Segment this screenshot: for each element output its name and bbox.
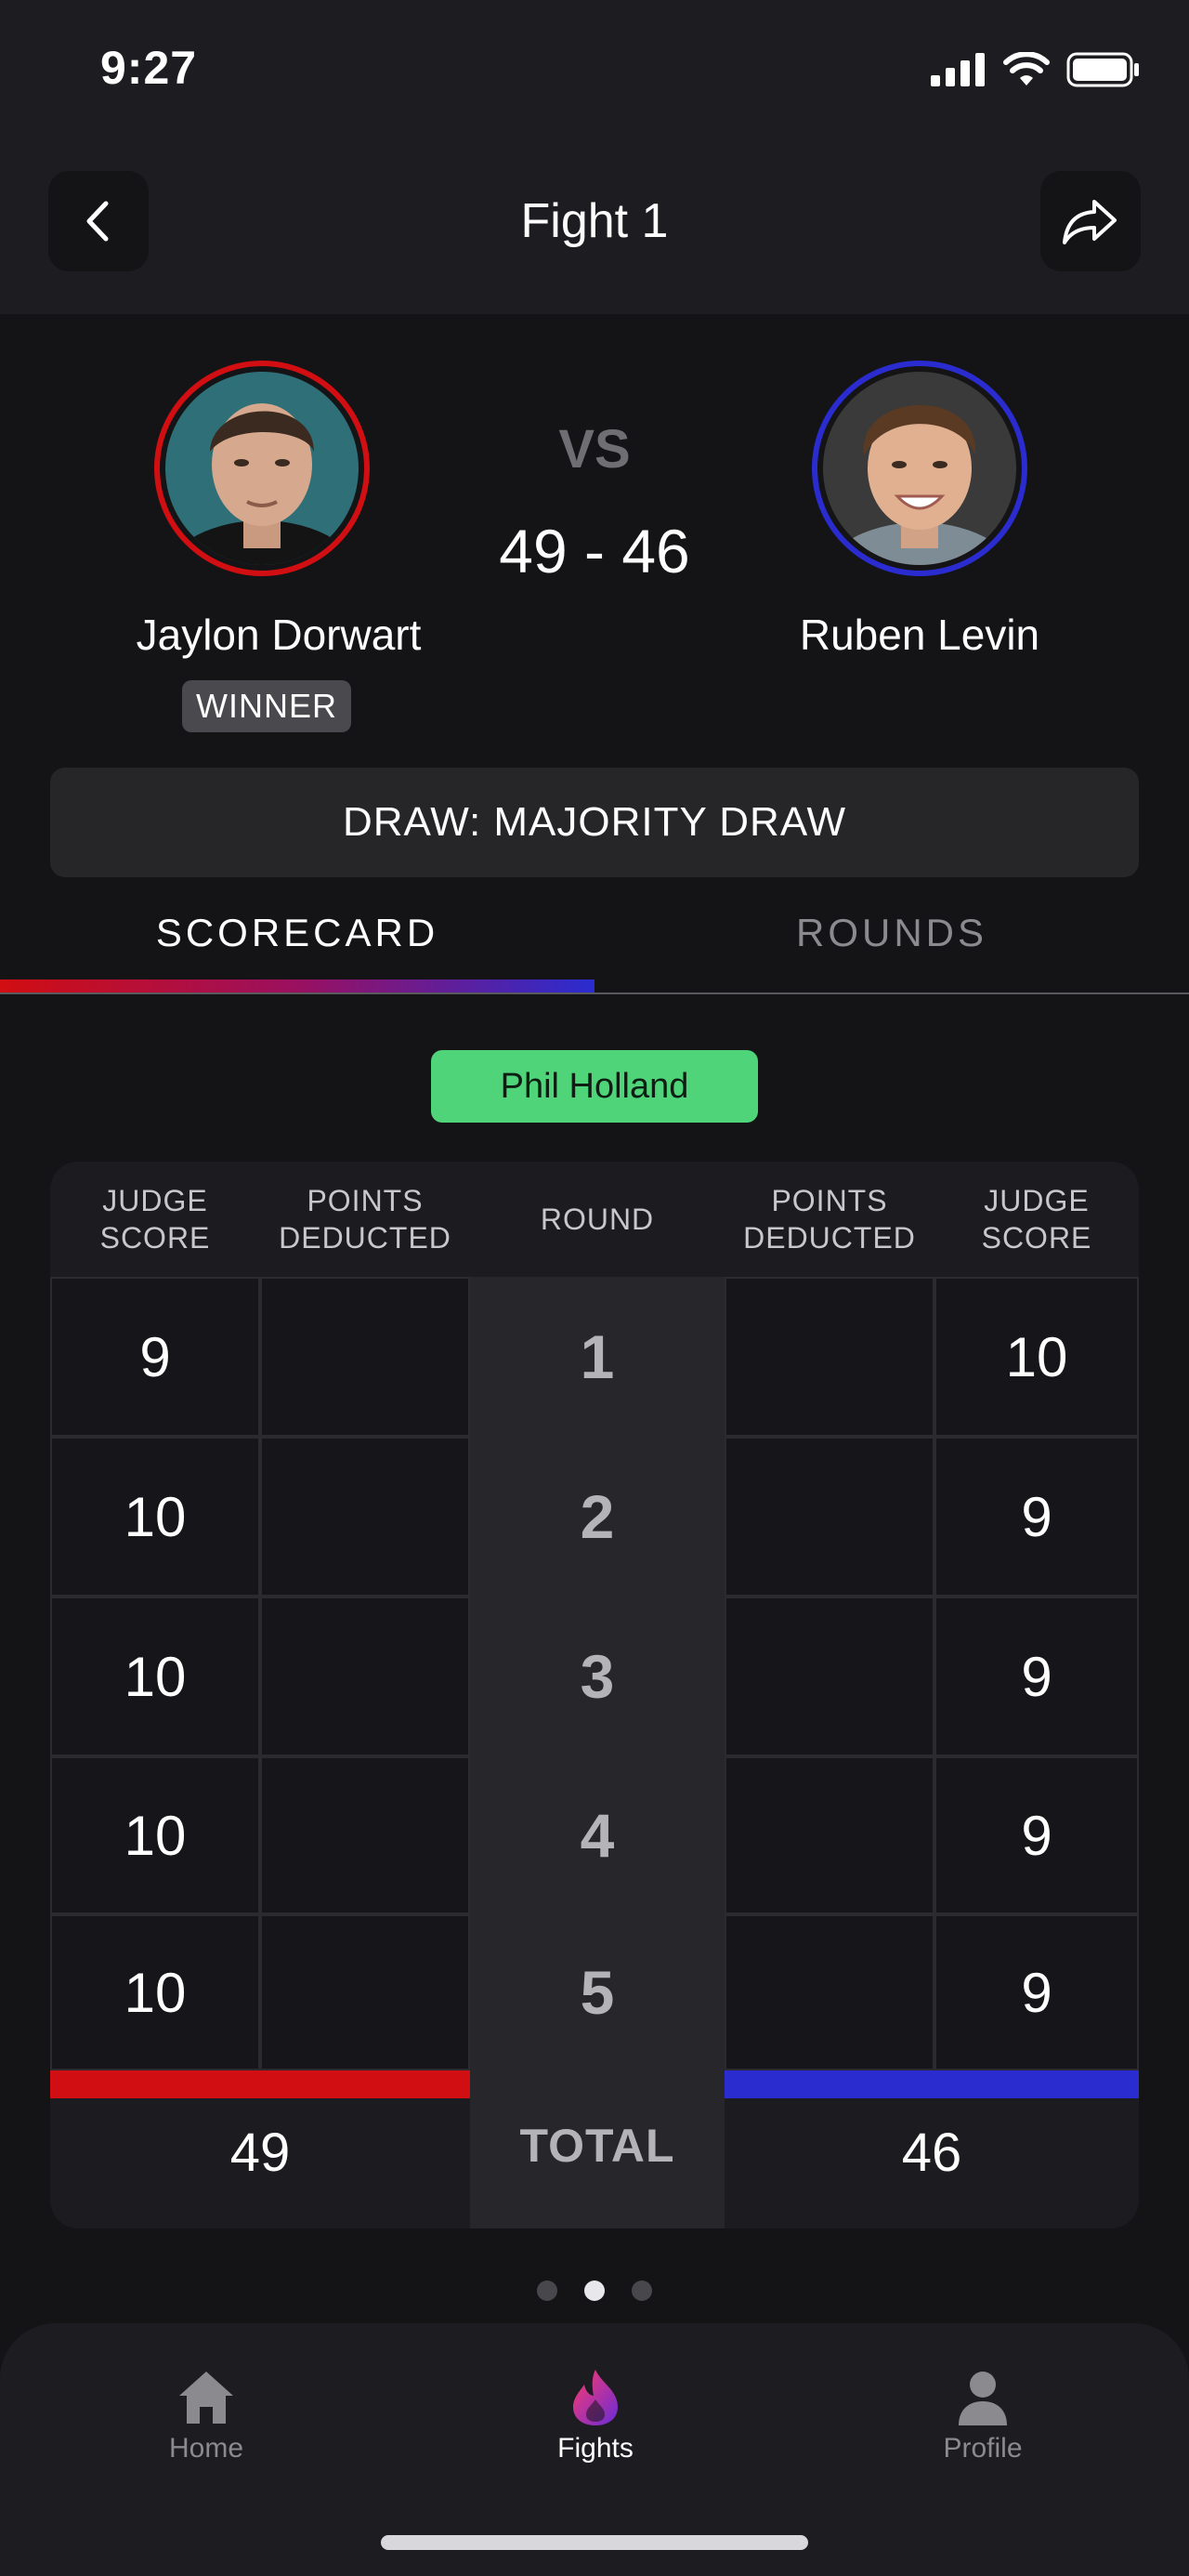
signal-icon <box>931 53 985 86</box>
blue-score-round-3: 9 <box>934 1597 1139 1756</box>
nav-profile-label: Profile <box>943 2433 1023 2464</box>
red-total: 49 <box>229 2122 291 2183</box>
vs-label: VS <box>558 419 631 480</box>
blue-deducted-round-3 <box>725 1597 934 1756</box>
fight-score: 49 - 46 <box>499 517 690 585</box>
red-deducted-round-3 <box>260 1597 470 1756</box>
tab-rounds[interactable]: ROUNDS <box>594 911 1189 955</box>
red-corner-bar <box>50 2070 470 2098</box>
pager-dot-active[interactable] <box>584 2280 605 2301</box>
nav-home[interactable]: Home <box>95 2368 318 2464</box>
status-icons <box>931 52 1141 87</box>
red-deducted-round-4 <box>260 1756 470 1914</box>
home-icon <box>179 2372 233 2424</box>
red-score-round-4: 10 <box>50 1756 260 1914</box>
home-indicator[interactable] <box>381 2535 808 2550</box>
red-score-round-3: 10 <box>50 1597 260 1756</box>
nav-fights-label: Fights <box>557 2433 634 2464</box>
header-round: ROUND <box>540 1203 655 1236</box>
avatar-photo <box>165 372 359 565</box>
nav-fights[interactable]: Fights <box>484 2368 707 2464</box>
blue-score-round-1: 10 <box>934 1277 1139 1437</box>
battery-icon <box>1066 52 1139 87</box>
fight-result: DRAW: MAJORITY DRAW <box>50 768 1139 877</box>
blue-fighter-name: Ruben Levin <box>799 611 1040 659</box>
pager-dot[interactable] <box>537 2280 557 2301</box>
round-number: 1 <box>580 1322 615 1391</box>
blue-total: 46 <box>901 2122 962 2183</box>
header-right-judge-score: JUDGE SCORE <box>981 1184 1092 1255</box>
tab-active-indicator <box>0 979 594 992</box>
profile-icon <box>959 2372 1007 2425</box>
tab-divider <box>0 992 1189 994</box>
pager-dot[interactable] <box>632 2280 652 2301</box>
red-score-round-5: 10 <box>50 1914 260 2070</box>
blue-corner-bar <box>725 2070 1139 2098</box>
round-number: 5 <box>580 1958 615 2027</box>
judge-chip[interactable]: Phil Holland <box>431 1050 758 1123</box>
red-deducted-round-5 <box>260 1914 470 2070</box>
share-icon <box>1063 200 1117 244</box>
page-title: Fight 1 <box>520 194 669 248</box>
blue-score-round-2: 9 <box>934 1437 1139 1597</box>
blue-fighter-avatar[interactable] <box>812 361 1027 576</box>
scorecard-table: JUDGE SCORE POINTS DEDUCTED ROUND POINTS… <box>50 1162 1139 2228</box>
red-deducted-round-2 <box>260 1437 470 1597</box>
blue-deducted-round-1 <box>725 1277 934 1437</box>
blue-deducted-round-2 <box>725 1437 934 1597</box>
red-score-round-1: 9 <box>50 1277 260 1437</box>
nav-profile[interactable]: Profile <box>871 2368 1094 2464</box>
red-deducted-round-1 <box>260 1277 470 1437</box>
total-label: TOTAL <box>519 2120 675 2172</box>
red-fighter-avatar[interactable] <box>154 361 370 576</box>
tab-scorecard[interactable]: SCORECARD <box>0 911 594 955</box>
blue-score-round-5: 9 <box>934 1914 1139 2070</box>
blue-score-round-4: 9 <box>934 1756 1139 1914</box>
header-right-points-deducted: POINTS DEDUCTED <box>743 1184 916 1255</box>
round-number: 4 <box>580 1801 615 1870</box>
share-button[interactable] <box>1040 171 1141 271</box>
red-score-round-2: 10 <box>50 1437 260 1597</box>
blue-deducted-round-4 <box>725 1756 934 1914</box>
header-left-judge-score: JUDGE SCORE <box>99 1184 211 1255</box>
round-number: 3 <box>580 1642 615 1711</box>
round-number: 2 <box>580 1482 615 1551</box>
blue-deducted-round-5 <box>725 1914 934 2070</box>
winner-badge: WINNER <box>182 680 351 732</box>
wifi-icon <box>1003 52 1050 85</box>
status-time: 9:27 <box>100 42 198 94</box>
red-fighter-name: Jaylon Dorwart <box>136 611 422 659</box>
flame-icon <box>573 2370 618 2425</box>
header-left-points-deducted: POINTS DEDUCTED <box>279 1184 451 1255</box>
nav-home-label: Home <box>168 2433 244 2464</box>
avatar-photo <box>823 372 1016 565</box>
